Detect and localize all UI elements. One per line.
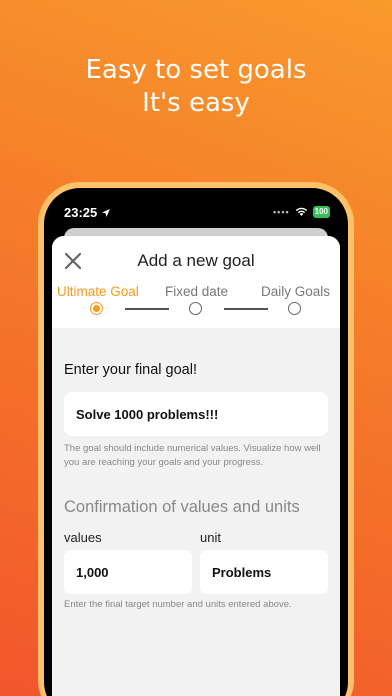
step-label-ultimate-goal[interactable]: Ultimate Goal	[57, 284, 139, 299]
status-right: •••• 100	[273, 206, 330, 218]
step-connector-2	[224, 308, 268, 310]
step-label-daily-goals[interactable]: Daily Goals	[261, 284, 330, 299]
battery-icon: 100	[312, 206, 330, 218]
location-arrow-icon	[102, 208, 111, 217]
final-goal-hint: The goal should include numerical values…	[64, 443, 321, 468]
sheet-header: Add a new goal Ultimate Goal Fixed date …	[52, 236, 340, 328]
final-goal-label: Enter your final goal!	[64, 362, 197, 378]
step-connector-1	[125, 308, 169, 310]
values-input[interactable]: 1,000	[64, 550, 192, 594]
wifi-icon	[295, 207, 307, 216]
confirmation-title: Confirmation of values and units	[64, 498, 300, 516]
step-label-fixed-date[interactable]: Fixed date	[165, 284, 228, 299]
sheet-title: Add a new goal	[137, 251, 255, 270]
step-dot-ultimate-goal[interactable]	[90, 302, 103, 315]
confirmation-hint: Enter the final target number and units …	[64, 599, 292, 610]
headline: Easy to set goals It's easy	[0, 54, 392, 120]
headline-line-2: It's easy	[142, 88, 250, 118]
add-goal-sheet: Add a new goal Ultimate Goal Fixed date …	[52, 236, 340, 696]
signal-dots-icon: ••••	[273, 207, 290, 217]
headline-line-1: Easy to set goals	[85, 55, 307, 85]
unit-label: unit	[200, 530, 221, 545]
unit-input[interactable]: Problems	[200, 550, 328, 594]
step-dot-daily-goals[interactable]	[288, 302, 301, 315]
step-dot-fixed-date[interactable]	[189, 302, 202, 315]
values-label: values	[64, 530, 102, 545]
phone-screen: 23:25 •••• 100 Add a new goal Ultimate G…	[44, 188, 348, 696]
final-goal-input[interactable]: Solve 1000 problems!!!	[64, 392, 328, 436]
status-time-text: 23:25	[64, 205, 98, 220]
status-bar: 23:25 •••• 100	[44, 188, 348, 228]
status-time: 23:25	[64, 205, 111, 220]
